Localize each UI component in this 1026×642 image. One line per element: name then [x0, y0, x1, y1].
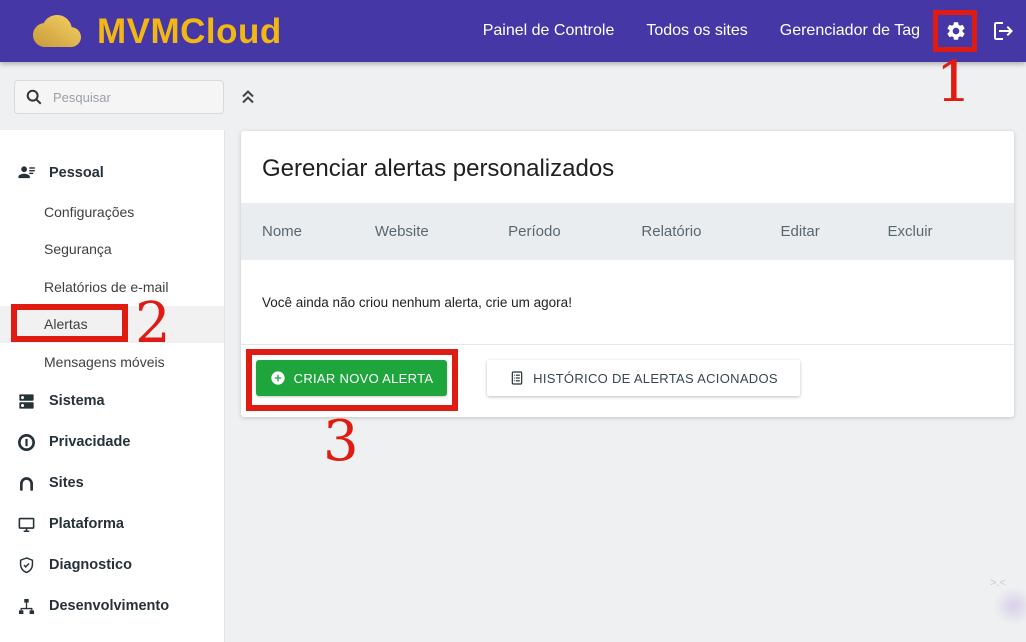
sidebar-category-pessoal[interactable]: Pessoal — [0, 152, 224, 193]
sidebar-item-mensagens-moveis[interactable]: Mensagens móveis — [0, 343, 224, 381]
sidebar-item-label: Relatórios de e-mail — [44, 279, 169, 295]
page-title: Gerenciar alertas personalizados — [262, 155, 614, 183]
search-input[interactable] — [51, 89, 213, 106]
sidebar-category-label: Pessoal — [49, 165, 104, 181]
alert-history-button[interactable]: HISTÓRICO DE ALERTAS ACIONADOS — [487, 360, 800, 396]
alert-history-label: HISTÓRICO DE ALERTAS ACIONADOS — [533, 371, 778, 386]
person-icon — [17, 163, 36, 182]
column-header-editar: Editar — [781, 223, 888, 240]
sidebar-category-privacidade[interactable]: Privacidade — [0, 422, 224, 463]
list-document-icon — [509, 370, 525, 386]
sidebar-category-sistema[interactable]: Sistema — [0, 381, 224, 422]
sidebar-item-seguranca[interactable]: Segurança — [0, 231, 224, 269]
sites-icon — [17, 474, 36, 493]
brand-logo[interactable]: MVMCloud — [26, 0, 282, 62]
annotation-number-1: 1 — [936, 55, 972, 111]
brand-name: MVMCloud — [97, 14, 282, 49]
feedback-widget-fragment — [994, 588, 1026, 624]
settings-button[interactable] — [944, 19, 968, 43]
sidebar-item-alertas[interactable]: Alertas — [0, 306, 224, 344]
nav-item-tag-manager[interactable]: Gerenciador de Tag — [780, 22, 920, 40]
collapse-sidebar-button[interactable] — [238, 86, 258, 106]
search-icon — [25, 88, 43, 106]
column-header-website: Website — [375, 223, 508, 240]
logout-button[interactable] — [991, 19, 1015, 43]
sidebar-category-label: Sistema — [49, 393, 105, 409]
sidebar-category-diagnostico[interactable]: Diagnostico — [0, 545, 224, 586]
column-header-nome: Nome — [262, 223, 375, 240]
sidebar-item-configuracoes[interactable]: Configurações — [0, 193, 224, 231]
monitor-icon — [17, 515, 36, 534]
privacy-icon — [17, 433, 36, 452]
nav-item-all-sites[interactable]: Todos os sites — [646, 22, 747, 40]
sidebar-category-label: Desenvolvimento — [49, 598, 169, 614]
sidebar-item-label: Configurações — [44, 204, 134, 220]
sidebar-category-label: Sites — [49, 475, 84, 491]
sidebar-item-relatorios-email[interactable]: Relatórios de e-mail — [0, 268, 224, 306]
server-icon — [17, 392, 36, 411]
sidebar-category-desenvolvimento[interactable]: Desenvolvimento — [0, 586, 224, 627]
sidebar-category-label: Diagnostico — [49, 557, 132, 573]
sidebar-category-sites[interactable]: Sites — [0, 463, 224, 504]
empty-state-row: Você ainda não criou nenhum alerta, crie… — [241, 260, 1014, 345]
sidebar-category-label: Plataforma — [49, 516, 124, 532]
sign-out-icon — [991, 19, 1015, 43]
sidebar-item-label: Alertas — [44, 316, 88, 332]
gear-icon — [945, 20, 967, 42]
annotation-number-3: 3 — [323, 414, 359, 470]
alerts-card: Gerenciar alertas personalizados Nome We… — [241, 131, 1014, 417]
shield-check-icon — [17, 556, 36, 575]
nav-item-dashboard[interactable]: Painel de Controle — [483, 22, 615, 40]
column-header-relatorio: Relatório — [641, 223, 780, 240]
cloud-logo-icon — [26, 11, 88, 51]
sidebar: Pessoal Configurações Segurança Relatóri… — [0, 130, 225, 642]
column-header-excluir: Excluir — [888, 223, 1014, 240]
top-navbar: MVMCloud Painel de Controle Todos os sit… — [0, 0, 1026, 62]
sitemap-icon — [17, 597, 36, 616]
emoticon-fragment: >.< — [990, 577, 1006, 589]
alerts-table-header: Nome Website Período Relatório Editar Ex… — [241, 203, 1014, 260]
search-box[interactable] — [14, 80, 224, 114]
create-alert-button[interactable]: CRIAR NOVO ALERTA — [256, 360, 447, 396]
create-alert-label: CRIAR NOVO ALERTA — [294, 371, 434, 386]
sidebar-category-plataforma[interactable]: Plataforma — [0, 504, 224, 545]
sidebar-item-label: Mensagens móveis — [44, 354, 165, 370]
sidebar-item-label: Segurança — [44, 241, 112, 257]
app-window: MVMCloud Painel de Controle Todos os sit… — [0, 0, 1026, 642]
header-nav: Painel de Controle Todos os sites Gerenc… — [483, 0, 920, 62]
empty-state-message: Você ainda não criou nenhum alerta, crie… — [262, 295, 572, 310]
add-circle-icon — [270, 370, 286, 386]
column-header-periodo: Período — [508, 223, 641, 240]
double-chevron-up-icon — [238, 86, 258, 106]
sidebar-category-label: Privacidade — [49, 434, 130, 450]
